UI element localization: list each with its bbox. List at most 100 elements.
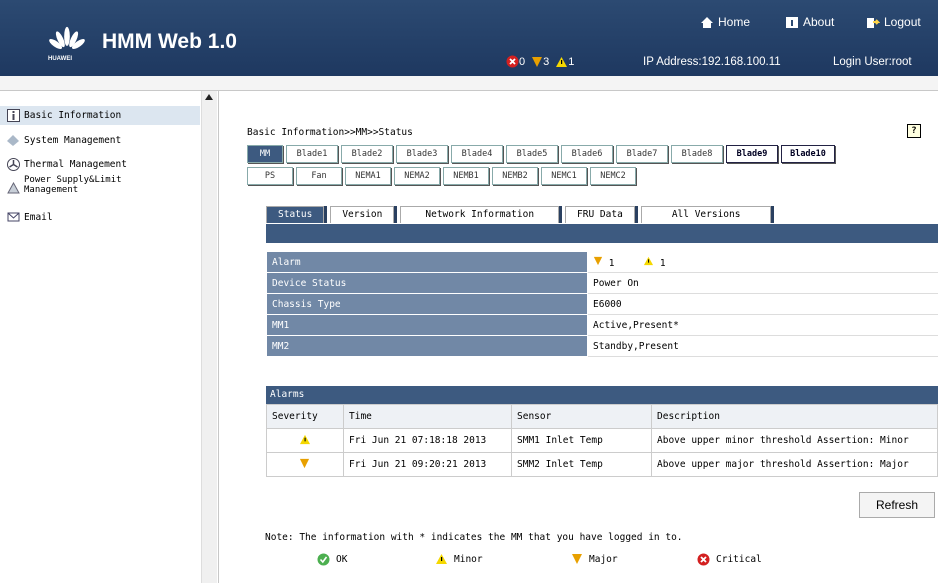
- login-user: Login User:root: [833, 56, 912, 68]
- tab-blade8[interactable]: Blade8: [671, 145, 723, 163]
- col-description: Description: [651, 404, 938, 429]
- tab-blade3[interactable]: Blade3: [396, 145, 448, 163]
- severity-cell: [266, 452, 344, 477]
- tab-blade10[interactable]: Blade10: [781, 145, 835, 163]
- breadcrumb: Basic Information>>MM>>Status: [247, 127, 413, 138]
- alarms-table: Severity Time Sensor Description Fri Jun…: [266, 404, 938, 477]
- table-row: Device Status Power On: [266, 272, 938, 294]
- home-icon: [701, 16, 713, 28]
- major-icon: [572, 554, 582, 564]
- minor-icon: [299, 434, 310, 444]
- legend-critical-label: Critical: [716, 554, 762, 565]
- legend-major: Major: [571, 553, 618, 565]
- tab-blade4[interactable]: Blade4: [451, 145, 503, 163]
- alarms-panel: Alarms Severity Time Sensor Description …: [266, 386, 938, 477]
- logout-icon: [867, 17, 880, 28]
- sidebar-item-power-supply[interactable]: Power Supply&Limit Management: [6, 175, 122, 195]
- critical-icon: [506, 55, 519, 68]
- tab-blade6[interactable]: Blade6: [561, 145, 613, 163]
- table-header-row: Severity Time Sensor Description: [266, 404, 938, 429]
- sidebar-item-label: Basic Information: [24, 109, 122, 121]
- sidebar-item-email[interactable]: Email: [6, 210, 53, 224]
- tab-status[interactable]: Status: [266, 206, 325, 223]
- info-icon: [6, 108, 20, 122]
- status-tabs: Status Version Network Information FRU D…: [266, 206, 772, 224]
- table-row: MM1 Active,Present*: [266, 314, 938, 336]
- tab-nemb2[interactable]: NEMB2: [492, 167, 538, 185]
- sidebar-item-label: Thermal Management: [24, 158, 127, 170]
- tab-fan[interactable]: Fan: [296, 167, 342, 185]
- tab-nema1[interactable]: NEMA1: [345, 167, 391, 185]
- header-bar: [0, 76, 938, 91]
- sidebar-scrollbar[interactable]: [201, 91, 217, 583]
- minor-icon: [436, 554, 447, 564]
- tab-ps[interactable]: PS: [247, 167, 293, 185]
- minor-icon: [556, 56, 568, 67]
- table-row: Chassis Type E6000: [266, 293, 938, 315]
- status-table: Alarm 1 1 Device Status Power On Chassis…: [266, 251, 938, 357]
- table-row: Fri Jun 21 07:18:18 2013 SMM1 Inlet Temp…: [266, 428, 938, 453]
- sidebar-item-basic-information[interactable]: Basic Information: [6, 108, 121, 122]
- status-header-bar: [266, 224, 938, 243]
- mm2-value: Standby,Present: [587, 335, 938, 357]
- sidebar-item-thermal-management[interactable]: Thermal Management: [6, 157, 127, 171]
- major-icon: [593, 256, 603, 265]
- tab-fru-data[interactable]: FRU Data: [565, 206, 635, 223]
- alarm-major-count: 1: [608, 257, 615, 269]
- legend-minor-label: Minor: [454, 553, 483, 565]
- alarm-label: Alarm: [266, 251, 588, 273]
- logout-link[interactable]: Logout: [866, 15, 921, 29]
- tab-nemc1[interactable]: NEMC1: [541, 167, 587, 185]
- ok-icon: [317, 553, 330, 566]
- legend-minor: Minor: [435, 553, 483, 565]
- refresh-button[interactable]: Refresh: [859, 492, 935, 518]
- sidebar-item-label: Power Supply&Limit: [24, 175, 122, 185]
- about-link[interactable]: About: [785, 15, 834, 29]
- major-icon: [532, 56, 543, 67]
- tab-mm[interactable]: MM: [247, 145, 283, 163]
- chassis-type-value: E6000: [587, 293, 938, 315]
- alarms-title: Alarms: [266, 386, 938, 404]
- help-button[interactable]: ?: [907, 124, 921, 138]
- sensor-cell: SMM2 Inlet Temp: [511, 452, 652, 477]
- home-link[interactable]: Home: [700, 15, 750, 29]
- tab-nemc2[interactable]: NEMC2: [590, 167, 636, 185]
- table-row: Alarm 1 1: [266, 251, 938, 273]
- legend-critical: Critical: [697, 553, 762, 566]
- col-time: Time: [343, 404, 512, 429]
- table-row: Fri Jun 21 09:20:21 2013 SMM2 Inlet Temp…: [266, 452, 938, 477]
- scroll-up-icon[interactable]: [205, 94, 213, 100]
- tab-all-versions[interactable]: All Versions: [640, 206, 772, 223]
- severity-cell: [266, 428, 344, 453]
- mm2-label: MM2: [266, 335, 588, 357]
- device-tabs-row1: MM Blade1 Blade2 Blade3 Blade4 Blade5 Bl…: [247, 145, 835, 163]
- sidebar-item-label: Email: [24, 211, 53, 223]
- sidebar-item-label-2: Management: [24, 185, 79, 195]
- main-panel: Basic Information>>MM>>Status ? MM Blade…: [219, 91, 938, 583]
- tab-blade2[interactable]: Blade2: [341, 145, 393, 163]
- tab-blade5[interactable]: Blade5: [506, 145, 558, 163]
- alarm-value: 1 1: [587, 251, 938, 273]
- login-note: Note: The information with * indicates t…: [265, 532, 683, 543]
- sidebar-item-label: System Management: [24, 134, 122, 146]
- legend-ok-label: OK: [336, 554, 348, 565]
- col-severity: Severity: [266, 404, 344, 429]
- tab-blade1[interactable]: Blade1: [286, 145, 338, 163]
- table-row: MM2 Standby,Present: [266, 335, 938, 357]
- tab-network-information[interactable]: Network Information: [400, 206, 560, 223]
- tab-nemb1[interactable]: NEMB1: [443, 167, 489, 185]
- mm1-value: Active,Present*: [587, 314, 938, 336]
- tab-nema2[interactable]: NEMA2: [394, 167, 440, 185]
- sidebar-item-system-management[interactable]: System Management: [6, 133, 121, 147]
- tab-blade7[interactable]: Blade7: [616, 145, 668, 163]
- tab-version[interactable]: Version: [330, 206, 395, 223]
- critical-count: 0: [519, 55, 526, 68]
- minor-count: 1: [568, 55, 575, 68]
- major-icon: [299, 458, 310, 468]
- logo-text: HUAWEI: [48, 56, 72, 62]
- ip-address: IP Address:192.168.100.11: [643, 56, 781, 68]
- time-cell: Fri Jun 21 07:18:18 2013: [343, 428, 512, 453]
- legend-major-label: Major: [589, 553, 618, 565]
- chassis-type-label: Chassis Type: [266, 293, 588, 315]
- tab-blade9[interactable]: Blade9: [726, 145, 778, 163]
